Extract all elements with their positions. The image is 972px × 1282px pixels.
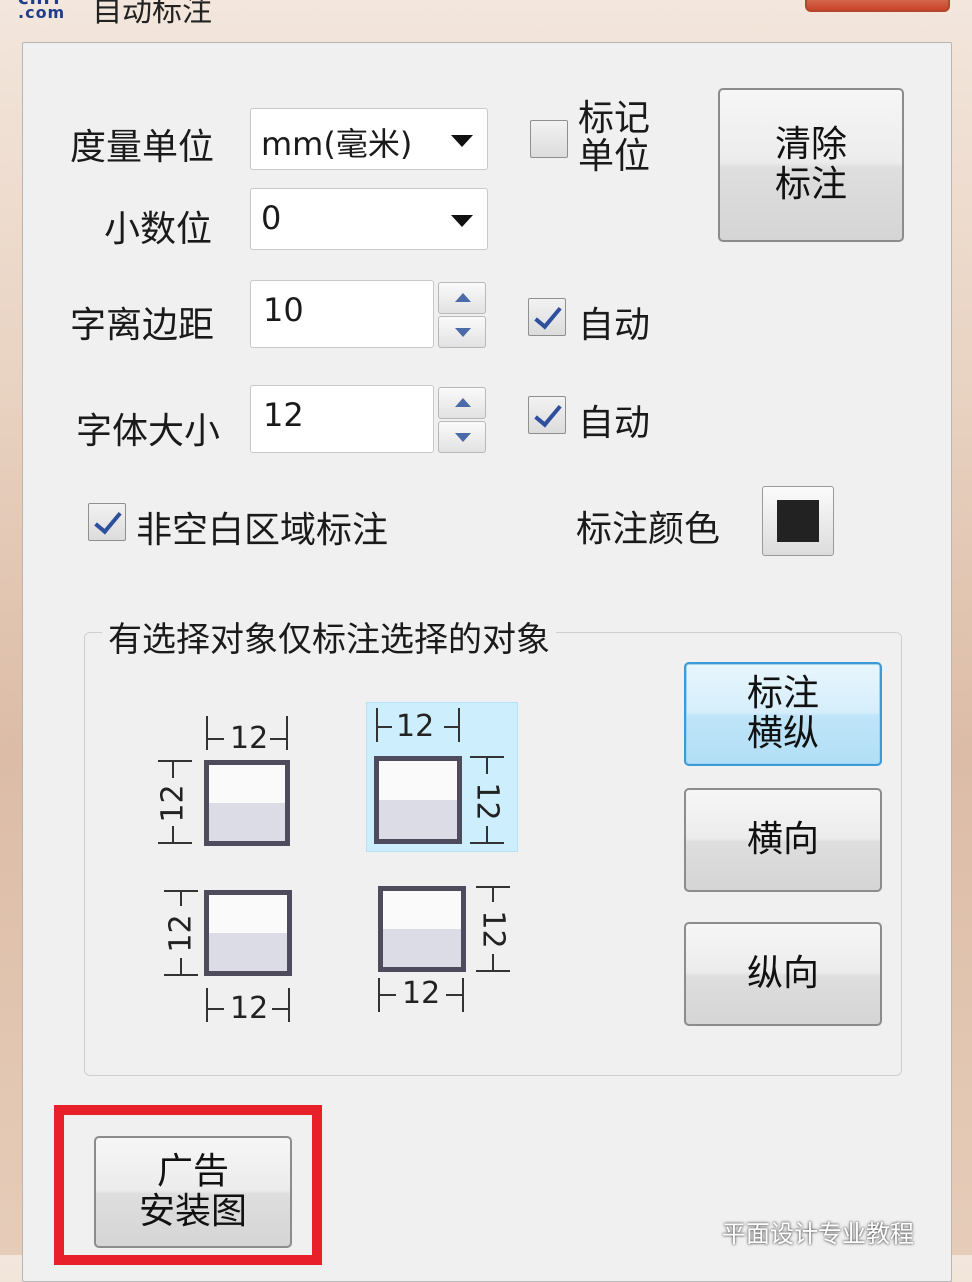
mark-unit-checkbox[interactable] xyxy=(530,120,568,158)
dim-tick xyxy=(458,708,460,742)
sample-rectangle xyxy=(374,756,462,844)
dim-line xyxy=(444,726,460,728)
app-logo: cnrr .com xyxy=(18,0,78,24)
dim-label: 12 xyxy=(230,721,269,756)
dim-label: 12 xyxy=(402,976,441,1011)
font-size-label: 字体大小 xyxy=(76,411,221,452)
dim-tick xyxy=(158,842,192,844)
sample-rectangle xyxy=(204,890,292,976)
nonblank-area-label: 非空白区域标注 xyxy=(136,510,389,551)
arrow-up-icon xyxy=(455,293,471,302)
mark-unit-label: 标记 单位 xyxy=(578,98,651,177)
dim-label: 12 xyxy=(475,910,511,949)
decimals-label: 小数位 xyxy=(104,209,213,250)
units-select[interactable]: mm(毫米) xyxy=(250,108,488,170)
dim-line xyxy=(492,886,494,902)
units-select-value: mm(毫米) xyxy=(261,125,413,163)
annotate-vertical-button[interactable]: 纵向 xyxy=(684,922,882,1026)
annotation-color-label: 标注颜色 xyxy=(576,509,721,550)
annotate-vertical-label: 纵向 xyxy=(746,953,819,994)
dim-tick xyxy=(286,716,288,750)
arrow-down-icon xyxy=(455,433,471,442)
clear-annotations-label: 清除 标注 xyxy=(774,124,847,205)
dim-line xyxy=(172,826,174,844)
app-logo-line2: .com xyxy=(18,3,66,22)
dim-label: 12 xyxy=(230,991,269,1026)
dim-line xyxy=(376,726,392,728)
text-margin-value: 10 xyxy=(263,291,304,329)
decimals-select-value: 0 xyxy=(261,199,282,237)
watermark-text: 平面设计专业教程 xyxy=(722,1220,914,1248)
sample-rectangle xyxy=(204,760,290,846)
dim-tick xyxy=(376,708,378,742)
dim-tick xyxy=(288,988,290,1022)
red-highlight-box xyxy=(54,1105,322,1265)
font-size-value: 12 xyxy=(263,396,304,434)
arrow-up-icon xyxy=(455,398,471,407)
text-margin-up-button[interactable] xyxy=(438,282,486,314)
dim-line xyxy=(172,760,174,778)
annotate-both-button[interactable]: 标注 横纵 xyxy=(684,662,882,766)
chevron-down-icon xyxy=(451,135,473,147)
font-size-input[interactable]: 12 xyxy=(250,385,434,453)
dim-line xyxy=(206,738,224,740)
font-size-auto-checkbox[interactable] xyxy=(528,396,566,434)
annotate-horizontal-label: 横向 xyxy=(746,819,819,860)
text-margin-auto-checkbox[interactable] xyxy=(528,298,566,336)
dim-label: 12 xyxy=(469,782,505,821)
dim-line xyxy=(486,756,488,774)
dim-line xyxy=(270,738,288,740)
units-label: 度量单位 xyxy=(70,127,215,168)
dim-line xyxy=(180,958,182,976)
dim-label: 12 xyxy=(396,709,435,744)
dim-tick xyxy=(206,716,208,750)
window-title: 自动标注 xyxy=(92,0,212,29)
arrow-down-icon xyxy=(455,328,471,337)
font-size-auto-label: 自动 xyxy=(578,403,651,444)
dim-line xyxy=(492,954,494,972)
dim-line xyxy=(378,994,396,996)
annotate-both-label: 标注 横纵 xyxy=(746,673,819,754)
color-swatch-fill xyxy=(777,500,819,542)
dim-line xyxy=(180,890,182,906)
text-margin-down-button[interactable] xyxy=(438,316,486,348)
font-size-down-button[interactable] xyxy=(438,421,486,453)
dim-tick xyxy=(206,988,208,1022)
clear-annotations-button[interactable]: 清除 标注 xyxy=(718,88,904,242)
close-button[interactable] xyxy=(805,0,950,12)
text-margin-auto-label: 自动 xyxy=(578,305,651,346)
nonblank-area-checkbox[interactable] xyxy=(88,503,126,541)
chevron-down-icon xyxy=(451,215,473,227)
dim-line xyxy=(486,826,488,844)
text-margin-input[interactable]: 10 xyxy=(250,280,434,348)
annotation-color-button[interactable] xyxy=(762,486,834,556)
dim-label: 12 xyxy=(163,914,199,953)
dim-line xyxy=(446,994,464,996)
annotate-horizontal-button[interactable]: 横向 xyxy=(684,788,882,892)
sample-rectangle xyxy=(378,886,466,972)
text-margin-label: 字离边距 xyxy=(70,305,215,346)
font-size-up-button[interactable] xyxy=(438,387,486,419)
dim-tick xyxy=(158,760,192,762)
dim-line xyxy=(206,1008,224,1010)
dim-line xyxy=(272,1008,290,1010)
decimals-select[interactable]: 0 xyxy=(250,188,488,250)
groupbox-legend: 有选择对象仅标注选择的对象 xyxy=(102,612,556,661)
dim-label: 12 xyxy=(155,784,191,823)
